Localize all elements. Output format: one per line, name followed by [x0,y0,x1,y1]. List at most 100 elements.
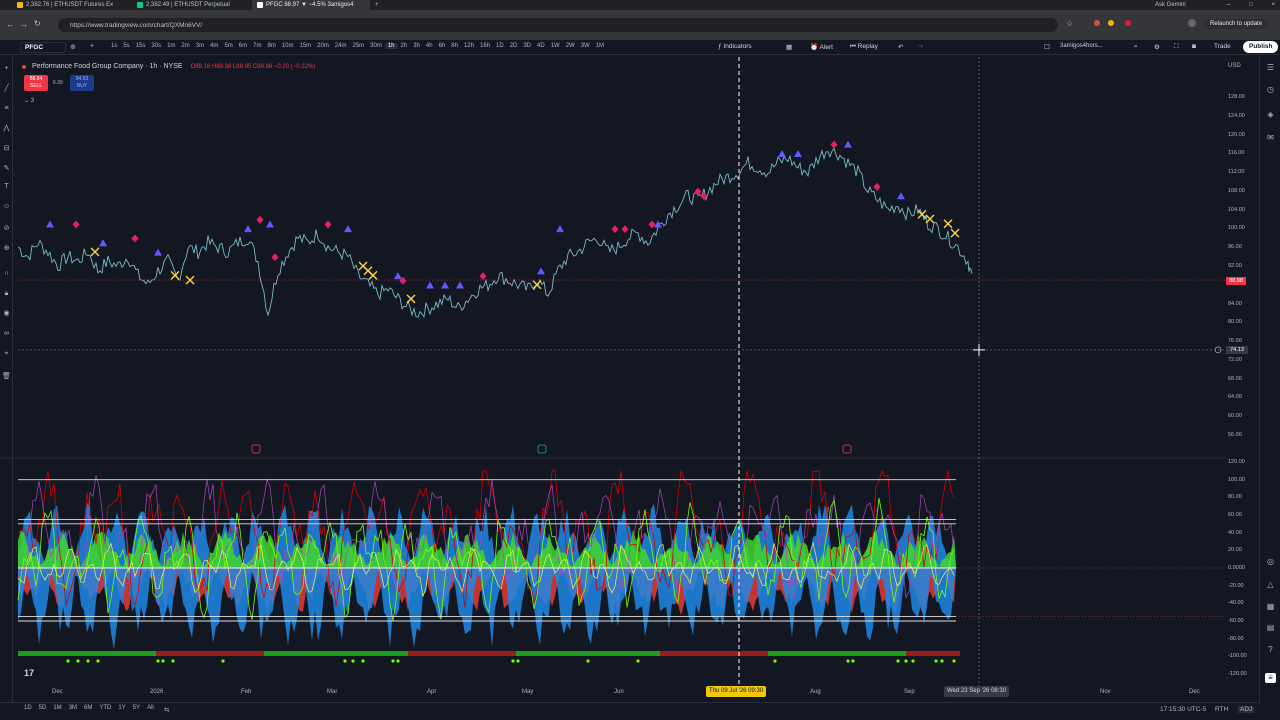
time-tick-label: Jun [614,689,624,695]
adjust-toggle[interactable]: ADJ [1238,706,1255,713]
state-dot [351,659,355,663]
price-tick-label: 116.00 [1228,150,1245,157]
exit-signal-cross [90,247,100,257]
state-strip-segment [618,651,624,656]
alerts-clock-icon[interactable]: ◷ [1265,85,1276,95]
sell-signal-diamond [271,253,279,262]
price-tick-label: 128.00 [1228,94,1245,100]
buy-price: 94.93 [75,76,89,82]
state-dot [911,659,915,663]
state-strip-segment [564,651,570,656]
price-line-highlight [17,147,973,318]
state-strip-segment [222,651,228,656]
watchlist-icon[interactable]: ☰ [1265,63,1276,73]
time-tick-label: Sep [904,689,915,695]
sell-signal-diamond [131,234,139,243]
state-strip-segment [330,651,336,656]
price-tick-label: 68.00 [1228,375,1242,382]
exit-signal-cross [917,209,927,219]
exit-signal-cross [925,214,935,224]
crosshair-cursor-icon [973,343,985,356]
buy-signal-triangle [778,150,786,158]
oscillator-tick-label: 0.0000 [1228,565,1245,571]
state-strip-segment [582,651,588,656]
exit-signal-cross [532,280,542,290]
state-strip-segment [48,651,54,656]
state-strip-segment [768,651,774,656]
grid-icon[interactable]: ▦ [1265,602,1276,612]
state-strip-segment [96,651,102,656]
menu-icon[interactable]: ≡ [1265,673,1276,683]
range-1D[interactable]: 1D [24,705,32,711]
oscillator-tick-label: 100.00 [1228,476,1245,483]
state-strip-segment [936,651,942,656]
price-tick-label: 104.00 [1228,206,1245,213]
state-strip-segment [84,651,90,656]
price-tick-label: 124.00 [1228,112,1245,119]
state-strip-segment [336,651,342,656]
state-strip-segment [114,651,120,656]
state-dot [161,659,165,663]
chat-icon[interactable]: ✉ [1265,133,1276,143]
state-strip-segment [888,651,894,656]
state-strip-segment [252,651,258,656]
state-dot [511,659,515,663]
sell-signal-diamond [830,140,838,149]
state-dot [96,659,100,663]
session-toggle[interactable]: RTH [1215,706,1228,713]
state-strip-segment [822,651,828,656]
clock[interactable]: 17:15:30 UTC-5 [1160,706,1206,713]
state-strip-segment [690,651,696,656]
state-strip-segment [384,651,390,656]
time-tick-label: Nov [1100,689,1111,695]
oscillator-group [0,457,1225,663]
ideas-icon[interactable]: △ [1265,580,1276,590]
indicator-collapse[interactable]: ⌄ 3 [24,97,34,104]
close-window-icon[interactable]: × [1271,2,1275,8]
state-strip-segment [792,651,798,656]
state-strip-segment [78,651,84,656]
oscillator-blue-area-up [18,502,956,568]
sell-button[interactable]: 88.94 SELL [24,75,48,91]
range-3M[interactable]: 3M [69,705,77,711]
state-strip-segment [882,651,888,656]
state-strip-segment [210,651,216,656]
state-strip-segment [300,651,306,656]
range-5Y[interactable]: 5Y [133,705,140,711]
buy-signal-triangle [897,192,905,200]
state-strip-segment [798,651,804,656]
time-tick-label: Aug [810,689,821,695]
goto-date-icon[interactable]: ⇆ [164,706,169,714]
buy-button[interactable]: 94.93 BUY [70,75,94,91]
price-tick-label: 100.00 [1228,225,1245,232]
state-strip-segment [228,651,234,656]
range-1M[interactable]: 1M [53,705,61,711]
state-strip-segment [828,651,834,656]
range-1Y[interactable]: 1Y [118,705,125,711]
range-All[interactable]: All [147,705,154,711]
state-dot [636,659,640,663]
currency-selector[interactable]: USD [1228,63,1241,69]
range-YTD[interactable]: YTD [99,705,111,711]
sell-signal-diamond [256,215,264,224]
state-strip-segment [804,651,810,656]
buy-label: BUY [76,83,88,89]
legend-title[interactable]: Performance Food Group Company · 1h · NY… [32,63,183,70]
range-6M[interactable]: 6M [84,705,92,711]
state-strip-segment [180,651,186,656]
state-strip-segment [102,651,108,656]
state-strip-segment [420,651,426,656]
state-strip-segment [534,651,540,656]
right-panel-toolbar: ☰ ◷ ◈ ✉ ◎ △ ▦ ▤ ? ≡ [1259,55,1280,705]
chart-canvas[interactable] [0,0,1259,702]
layers-icon[interactable]: ◈ [1265,110,1276,120]
state-strip-segment [636,651,642,656]
state-strip-segment [444,651,450,656]
target-icon[interactable]: ◎ [1265,557,1276,567]
buy-signal-triangle [654,220,662,228]
range-5D[interactable]: 5D [39,705,47,711]
oscillator-tick-label: 40.00 [1228,529,1242,536]
help-icon[interactable]: ? [1265,645,1276,655]
calendar-icon[interactable]: ▤ [1265,623,1276,633]
state-strip-segment [684,651,690,656]
